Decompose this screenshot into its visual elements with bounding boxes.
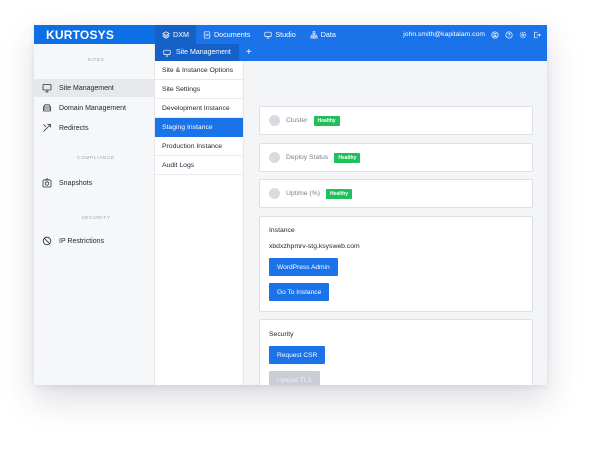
- sidebar-item-label: Snapshots: [59, 179, 93, 187]
- security-card: Security Request CSR Upload TLS: [259, 319, 533, 385]
- sidebar-item-domain-management[interactable]: Domain Management: [34, 99, 154, 117]
- nav-label: Documents: [213, 30, 251, 39]
- subnav-item-site-instance-options[interactable]: Site & Instance Options: [155, 61, 243, 80]
- redirect-icon: [43, 124, 51, 132]
- add-tab-button[interactable]: +: [239, 44, 259, 61]
- top-nav: DXM Documents Studio Data: [155, 25, 343, 44]
- upload-tls-button: Upload TLS: [269, 371, 320, 385]
- camera-icon: [42, 178, 52, 188]
- main-content: Cluster Healthy Deploy Status Healthy Up…: [244, 61, 547, 385]
- status-badge: Healthy: [326, 188, 353, 199]
- sidebar-item-snapshots[interactable]: Snapshots: [34, 174, 154, 192]
- sub-bar: Site Management +: [155, 44, 547, 61]
- request-csr-button[interactable]: Request CSR: [269, 346, 326, 364]
- status-badge: Healthy: [334, 152, 361, 163]
- status-indicator: [269, 115, 280, 126]
- nav-label: Data: [320, 30, 336, 39]
- security-title: Security: [269, 331, 294, 338]
- sidebar-item-site-management[interactable]: Site Management: [34, 79, 154, 97]
- monitor-icon: [163, 49, 171, 57]
- user-email[interactable]: john.smith@kapitalam.com: [403, 31, 485, 38]
- document-icon: [203, 30, 211, 39]
- subnav-item-staging-instance[interactable]: Staging Instance: [155, 118, 243, 137]
- subnav-item-site-settings[interactable]: Site Settings: [155, 80, 243, 99]
- nav-item-dxm[interactable]: DXM: [155, 25, 196, 44]
- go-to-instance-button[interactable]: Go To Instance: [269, 283, 330, 301]
- block-icon: [42, 236, 52, 246]
- app-window: KURTOSYS DXM Documents Studio Data john.…: [34, 25, 547, 385]
- status-label: Deploy Status: [286, 154, 329, 161]
- status-badge: Healthy: [313, 115, 340, 126]
- subnav-item-development-instance[interactable]: Development Instance: [155, 99, 243, 118]
- instance-host: xbdxzhpmrv-stg.ksysweb.com: [269, 243, 360, 250]
- status-indicator: [269, 152, 280, 163]
- sidebar-item-label: Domain Management: [59, 104, 126, 112]
- section-heading-compliance: COMPLIANCE: [77, 156, 115, 161]
- monitor-icon: [42, 84, 52, 93]
- help-icon[interactable]: [505, 30, 513, 39]
- monitor-icon: [264, 31, 272, 39]
- subnav-item-production-instance[interactable]: Production Instance: [155, 137, 243, 156]
- sidebar-item-ip-restrictions[interactable]: IP Restrictions: [34, 232, 154, 250]
- status-label: Uptime (%): [286, 190, 320, 197]
- top-bar: KURTOSYS DXM Documents Studio Data john.…: [34, 25, 547, 44]
- settings-icon[interactable]: [519, 31, 527, 39]
- logout-icon[interactable]: [533, 31, 541, 39]
- status-indicator: [269, 188, 280, 199]
- user-icon[interactable]: [491, 30, 499, 39]
- section-heading-security: SECURITY: [81, 216, 111, 221]
- tab-label: Site Management: [176, 49, 231, 56]
- sidebar-item-redirects[interactable]: Redirects: [34, 119, 154, 137]
- brand-logo[interactable]: KURTOSYS: [34, 25, 155, 44]
- nav-label: Studio: [275, 30, 296, 39]
- wordpress-admin-button[interactable]: WordPress Admin: [269, 258, 338, 276]
- sidebar-item-label: Site Management: [59, 84, 114, 92]
- instance-title: Instance: [269, 227, 295, 234]
- tab-site-management[interactable]: Site Management: [155, 44, 239, 61]
- nav-label: DXM: [173, 30, 189, 39]
- nav-item-documents[interactable]: Documents: [196, 25, 257, 44]
- storage-icon: [43, 104, 51, 112]
- status-label: Cluster: [286, 117, 308, 124]
- nav-item-data[interactable]: Data: [303, 25, 343, 44]
- status-card-uptime: Uptime (%) Healthy: [259, 179, 533, 208]
- instance-card: Instance xbdxzhpmrv-stg.ksysweb.com Word…: [259, 216, 533, 312]
- instance-subnav: Site & Instance Options Site Settings De…: [155, 61, 244, 385]
- nav-item-studio[interactable]: Studio: [257, 25, 302, 44]
- hierarchy-icon: [310, 30, 318, 38]
- top-right-tools: john.smith@kapitalam.com: [403, 30, 547, 39]
- sidebar-item-label: Redirects: [59, 124, 89, 132]
- status-card-cluster: Cluster Healthy: [259, 106, 533, 135]
- sidebar: SITES Site Management Domain Management …: [34, 44, 155, 385]
- status-card-deploy: Deploy Status Healthy: [259, 143, 533, 172]
- subnav-item-audit-logs[interactable]: Audit Logs: [155, 156, 243, 175]
- section-heading-sites: SITES: [87, 58, 105, 63]
- sidebar-item-label: IP Restrictions: [59, 237, 104, 245]
- layers-icon: [162, 30, 170, 39]
